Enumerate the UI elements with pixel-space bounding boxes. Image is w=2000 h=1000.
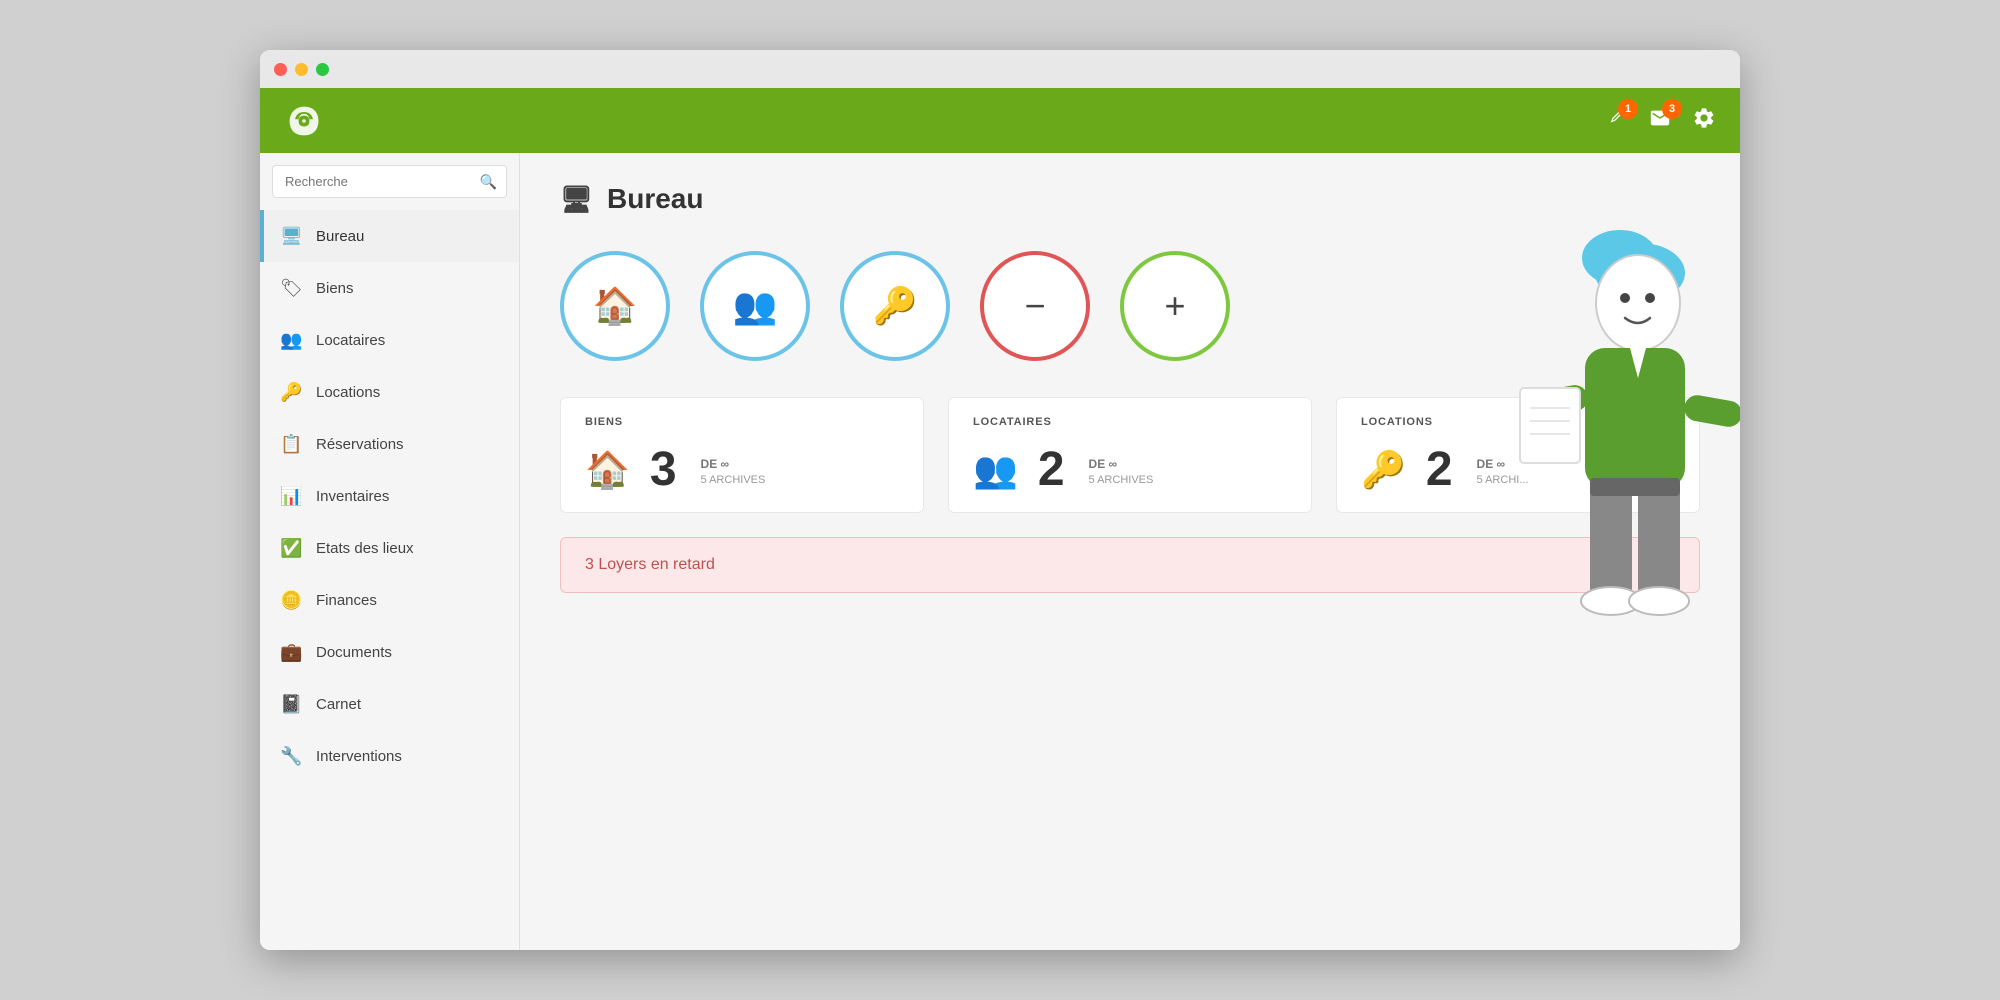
- nav-icon-bureau: 🖥: [280, 226, 302, 247]
- circle-btn-tenants[interactable]: 👥: [700, 251, 810, 361]
- sidebar-item-reservations[interactable]: 📋 Réservations: [260, 418, 519, 470]
- stat-body-biens: 🏠 3 DE ∞ 5 ARCHIVES: [585, 446, 899, 494]
- stat-de-inf-biens: DE ∞: [701, 456, 766, 473]
- stat-detail-locataires: DE ∞ 5 ARCHIVES: [1089, 446, 1154, 488]
- pin-button[interactable]: 1: [1606, 107, 1628, 135]
- stat-body-locataires: 👥 2 DE ∞ 5 ARCHIVES: [973, 446, 1287, 494]
- app-body: 🔍 🖥 Bureau 🏷 Biens 👥 Locataires 🔑 Locations 📋 Rés…: [260, 153, 1740, 950]
- action-circles: 🏠 👥 🔑−+: [560, 251, 1700, 361]
- nav-icon-biens: 🏷: [280, 278, 302, 299]
- stat-card-locataires: LOCATAIRES 👥 2 DE ∞ 5 ARCHIVES: [948, 397, 1312, 513]
- page-title-icon: 🖥: [560, 184, 593, 215]
- nav-icon-finances: 🪙: [280, 590, 302, 611]
- stats-row: BIENS 🏠 3 DE ∞ 5 ARCHIVES LOCATAIRES 👥 2…: [560, 397, 1700, 513]
- sidebar-item-biens[interactable]: 🏷 Biens: [260, 262, 519, 314]
- nav-icon-interventions: 🔧: [280, 746, 302, 767]
- minimize-button[interactable]: [295, 63, 308, 76]
- sidebar-item-etats[interactable]: ✅ Etats des lieux: [260, 522, 519, 574]
- stat-detail-biens: DE ∞ 5 ARCHIVES: [701, 446, 766, 488]
- stat-number-biens: 3: [650, 446, 677, 494]
- stat-de-inf-locations: DE ∞: [1477, 456, 1529, 473]
- nav-label-reservations: Réservations: [316, 436, 404, 453]
- sidebar-item-bureau[interactable]: 🖥 Bureau: [260, 210, 519, 262]
- stat-archives-locations: 5 ARCHI...: [1477, 473, 1529, 488]
- alert-banner: 3 Loyers en retard: [560, 537, 1700, 593]
- sidebar: 🔍 🖥 Bureau 🏷 Biens 👥 Locataires 🔑 Locations 📋 Rés…: [260, 153, 520, 950]
- circle-btn-minus[interactable]: −: [980, 251, 1090, 361]
- sidebar-item-locataires[interactable]: 👥 Locataires: [260, 314, 519, 366]
- app-window: 1 3 🔍 🖥 Bureau 🏷 Biens 👥 Locataires 🔑: [260, 50, 1740, 950]
- sidebar-item-locations[interactable]: 🔑 Locations: [260, 366, 519, 418]
- sidebar-item-inventaires[interactable]: 📊 Inventaires: [260, 470, 519, 522]
- circle-btn-home[interactable]: 🏠: [560, 251, 670, 361]
- stat-icon-biens: 🏠: [585, 449, 630, 491]
- nav-icon-locataires: 👥: [280, 330, 302, 351]
- stat-de-inf-locataires: DE ∞: [1089, 456, 1154, 473]
- title-bar: [260, 50, 1740, 88]
- stat-icon-locations: 🔑: [1361, 449, 1406, 491]
- stat-number-locations: 2: [1426, 446, 1453, 494]
- stat-title-locataires: LOCATAIRES: [973, 416, 1287, 428]
- nav-icon-locations: 🔑: [280, 382, 302, 403]
- circle-btn-key[interactable]: 🔑: [840, 251, 950, 361]
- nav-label-interventions: Interventions: [316, 748, 402, 765]
- stat-body-locations: 🔑 2 DE ∞ 5 ARCHI...: [1361, 446, 1675, 494]
- pin-badge: 1: [1618, 99, 1638, 119]
- sidebar-item-finances[interactable]: 🪙 Finances: [260, 574, 519, 626]
- nav-label-inventaires: Inventaires: [316, 488, 389, 505]
- nav-label-finances: Finances: [316, 592, 377, 609]
- nav-list: 🖥 Bureau 🏷 Biens 👥 Locataires 🔑 Locations 📋 Réser…: [260, 210, 519, 950]
- maximize-button[interactable]: [316, 63, 329, 76]
- search-box: 🔍: [272, 165, 507, 198]
- nav-icon-reservations: 📋: [280, 434, 302, 455]
- sidebar-item-interventions[interactable]: 🔧 Interventions: [260, 730, 519, 782]
- header-actions: 1 3: [1606, 106, 1716, 136]
- page-title-text: Bureau: [607, 183, 703, 215]
- nav-icon-etats: ✅: [280, 538, 302, 559]
- mail-button[interactable]: 3: [1648, 107, 1672, 135]
- stat-number-locataires: 2: [1038, 446, 1065, 494]
- page-title: 🖥 Bureau: [560, 183, 1700, 215]
- search-icon: 🔍: [480, 173, 497, 190]
- circle-btn-plus[interactable]: +: [1120, 251, 1230, 361]
- stat-detail-locations: DE ∞ 5 ARCHI...: [1477, 446, 1529, 488]
- stat-archives-locataires: 5 ARCHIVES: [1089, 473, 1154, 488]
- search-input[interactable]: [272, 165, 507, 198]
- main-content: 🖥 Bureau 🏠👥🔑−+ BIENS 🏠 3 DE ∞ 5 ARCHIVES…: [520, 153, 1740, 950]
- sidebar-item-documents[interactable]: 💼 Documents: [260, 626, 519, 678]
- mail-badge: 3: [1662, 99, 1682, 119]
- nav-label-documents: Documents: [316, 644, 392, 661]
- nav-label-bureau: Bureau: [316, 228, 364, 245]
- logo[interactable]: [284, 101, 324, 141]
- nav-icon-documents: 💼: [280, 642, 302, 663]
- nav-label-biens: Biens: [316, 280, 354, 297]
- stat-card-biens: BIENS 🏠 3 DE ∞ 5 ARCHIVES: [560, 397, 924, 513]
- alert-text: 3 Loyers en retard: [585, 556, 715, 573]
- stat-card-locations: LOCATIONS 🔑 2 DE ∞ 5 ARCHI...: [1336, 397, 1700, 513]
- sidebar-item-carnet[interactable]: 📓 Carnet: [260, 678, 519, 730]
- nav-label-carnet: Carnet: [316, 696, 361, 713]
- nav-label-locataires: Locataires: [316, 332, 385, 349]
- stat-title-biens: BIENS: [585, 416, 899, 428]
- nav-label-locations: Locations: [316, 384, 380, 401]
- close-button[interactable]: [274, 63, 287, 76]
- settings-button[interactable]: [1692, 106, 1716, 136]
- nav-label-etats: Etats des lieux: [316, 540, 414, 557]
- nav-icon-inventaires: 📊: [280, 486, 302, 507]
- header-bar: 1 3: [260, 88, 1740, 153]
- stat-archives-biens: 5 ARCHIVES: [701, 473, 766, 488]
- nav-icon-carnet: 📓: [280, 694, 302, 715]
- stat-title-locations: LOCATIONS: [1361, 416, 1675, 428]
- stat-icon-locataires: 👥: [973, 449, 1018, 491]
